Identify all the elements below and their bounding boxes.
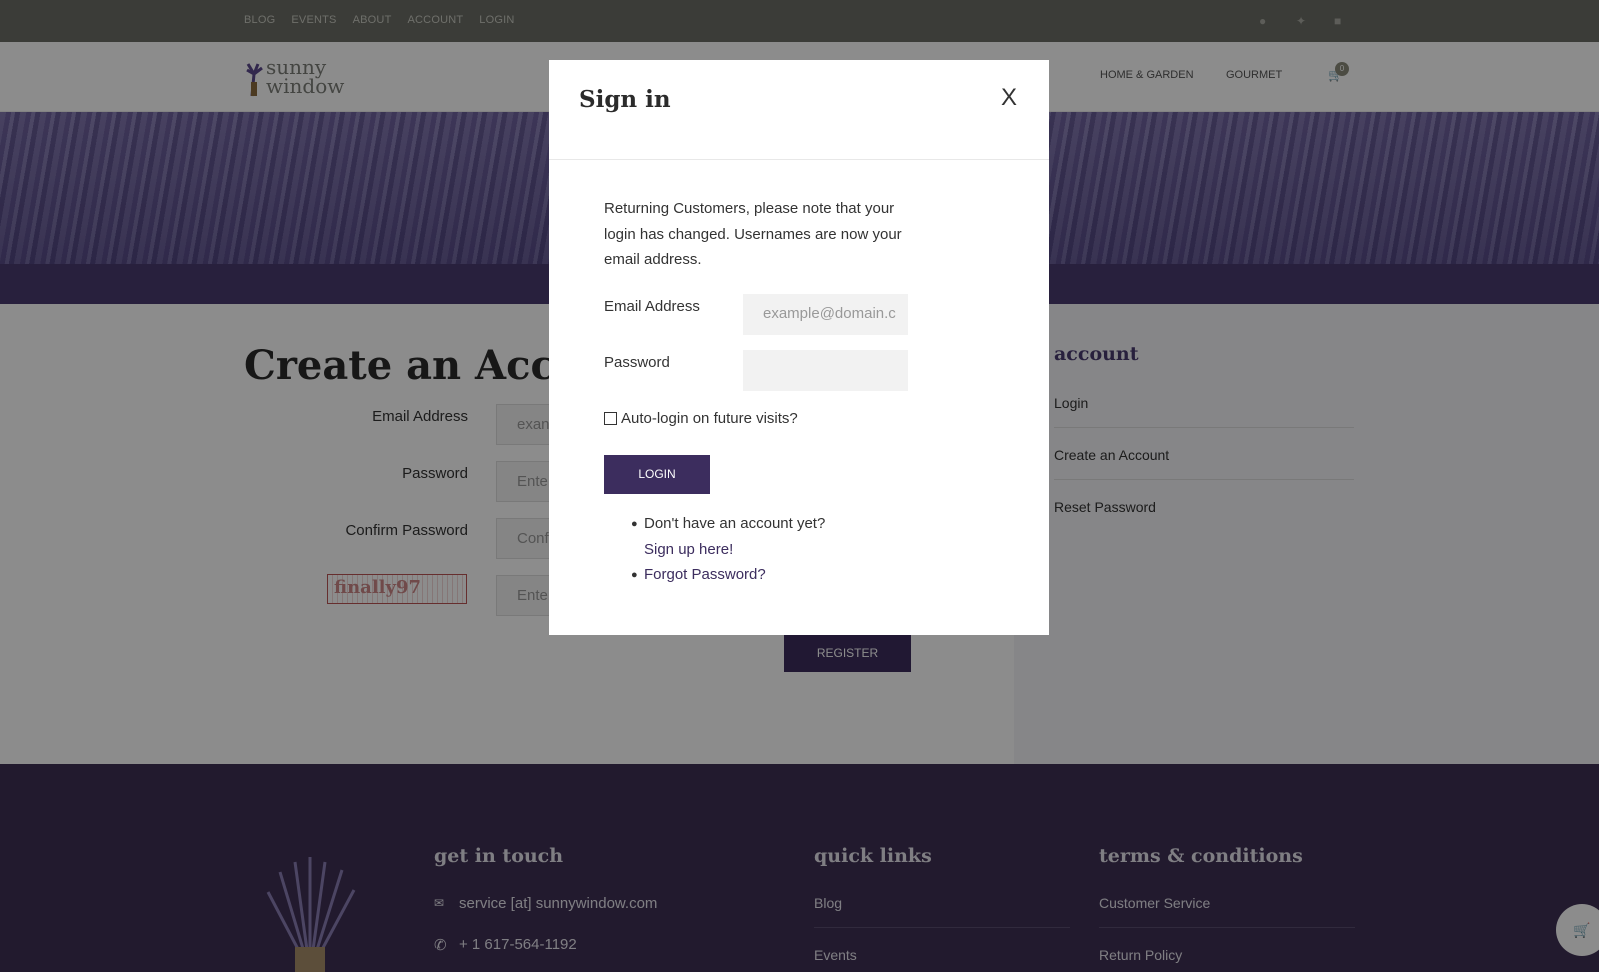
sign-in-modal: Sign in X Returning Customers, please no…: [549, 60, 1049, 635]
auto-login-label[interactable]: Auto-login on future visits?: [621, 410, 798, 427]
list-bullet: ●: [631, 518, 638, 530]
auto-login-checkbox[interactable]: [604, 412, 617, 425]
list-bullet: ●: [631, 569, 638, 581]
modal-notice-text: Returning Customers, please note that yo…: [604, 200, 902, 268]
modal-email-label: Email Address: [604, 298, 700, 315]
modal-divider: [549, 159, 1049, 160]
login-button[interactable]: LOGIN: [604, 455, 710, 494]
modal-title: Sign in: [579, 86, 671, 113]
sign-up-link[interactable]: Sign up here!: [644, 541, 733, 558]
modal-password-label: Password: [604, 354, 670, 371]
forgot-password-link[interactable]: Forgot Password?: [644, 566, 766, 583]
no-account-text: Don't have an account yet?: [644, 515, 826, 532]
modal-email-field[interactable]: example@domain.c: [743, 294, 908, 335]
close-icon[interactable]: X: [1001, 84, 1017, 112]
modal-password-field[interactable]: [743, 350, 908, 391]
